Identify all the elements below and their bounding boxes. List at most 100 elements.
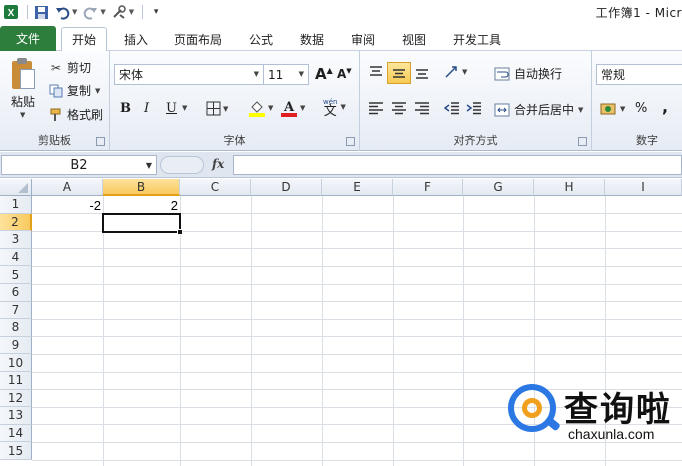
shrink-font-button[interactable]: A ▼ <box>337 67 352 81</box>
paste-button[interactable]: 粘贴 <box>11 93 35 110</box>
decrease-indent-button[interactable] <box>444 101 460 115</box>
column-header-b[interactable]: B <box>103 179 180 196</box>
cut-label: 剪切 <box>67 61 92 75</box>
borders-button[interactable]: ▼ <box>206 101 228 116</box>
row-header-11[interactable]: 11 <box>0 372 32 390</box>
font-color-button[interactable]: A ▼ <box>280 99 305 117</box>
fill-handle[interactable] <box>177 229 183 235</box>
clipboard-launcher-icon[interactable] <box>96 137 105 146</box>
excel-icon[interactable]: X <box>2 3 20 21</box>
alignment-launcher-icon[interactable] <box>578 137 587 146</box>
column-header-f[interactable]: F <box>393 179 463 196</box>
tab-review[interactable]: 审阅 <box>344 27 382 51</box>
tab-insert[interactable]: 插入 <box>117 27 155 51</box>
cell-a1[interactable]: -2 <box>32 198 101 213</box>
name-box[interactable]: B2 ▼ <box>1 155 157 175</box>
active-cell-b2[interactable] <box>102 213 181 233</box>
row-header-4[interactable]: 4 <box>0 248 32 267</box>
merge-center-button[interactable]: 合并后居中 ▼ <box>494 101 583 118</box>
formula-input[interactable] <box>233 155 682 175</box>
row-header-5[interactable]: 5 <box>0 266 32 284</box>
percent-button[interactable]: % <box>635 101 647 116</box>
name-box-dropdown-icon[interactable]: ▼ <box>146 161 152 170</box>
font-size-combo[interactable]: 11 ▼ <box>263 64 309 85</box>
column-header-h[interactable]: H <box>534 179 605 196</box>
copy-dropdown-icon[interactable]: ▼ <box>95 87 100 95</box>
tab-page-layout[interactable]: 页面布局 <box>168 27 228 51</box>
tab-home[interactable]: 开始 <box>61 27 107 52</box>
paste-dropdown-icon[interactable]: ▼ <box>20 111 25 119</box>
orientation-dropdown-icon[interactable]: ▼ <box>462 68 467 76</box>
underline-button[interactable]: U <box>166 101 177 116</box>
cut-button[interactable]: ✂ 剪切 <box>48 59 91 76</box>
phonetic-dropdown-icon[interactable]: ▼ <box>340 103 345 111</box>
accounting-dropdown-icon[interactable]: ▼ <box>620 105 625 113</box>
tab-developer[interactable]: 开发工具 <box>447 27 507 51</box>
fill-color-button[interactable]: ▼ <box>248 99 273 117</box>
column-header-e[interactable]: E <box>322 179 393 196</box>
font-size-dropdown-icon[interactable]: ▼ <box>299 70 304 78</box>
borders-dropdown-icon[interactable]: ▼ <box>223 105 228 113</box>
redo-dropdown-icon[interactable]: ▼ <box>100 8 105 16</box>
row-header-9[interactable]: 9 <box>0 336 32 355</box>
bold-button[interactable]: B <box>120 101 131 116</box>
font-name-combo[interactable]: 宋体 ▼ <box>114 64 264 85</box>
row-header-8[interactable]: 8 <box>0 319 32 337</box>
number-format-combo[interactable]: 常规 <box>596 64 682 85</box>
column-header-c[interactable]: C <box>180 179 251 196</box>
number-group-label: 数字 <box>636 134 658 147</box>
italic-button[interactable]: I <box>144 101 149 116</box>
tab-formulas[interactable]: 公式 <box>242 27 280 51</box>
formula-bar-splitter[interactable] <box>160 156 204 174</box>
tools-dropdown-icon[interactable]: ▼ <box>129 8 134 16</box>
copy-button[interactable]: 复制 ▼ <box>48 82 100 99</box>
column-header-i[interactable]: I <box>605 179 682 196</box>
row-header-12[interactable]: 12 <box>0 389 32 408</box>
increase-indent-button[interactable] <box>466 101 482 115</box>
save-icon[interactable] <box>32 3 50 21</box>
row-header-15[interactable]: 15 <box>0 442 32 460</box>
grow-font-button[interactable]: A ▲ <box>315 65 333 83</box>
row-header-14[interactable]: 14 <box>0 424 32 443</box>
tab-view[interactable]: 视图 <box>395 27 433 51</box>
align-right-button[interactable] <box>414 101 430 115</box>
align-left-button[interactable] <box>368 101 384 115</box>
redo-icon[interactable] <box>81 3 99 21</box>
fill-color-dropdown-icon[interactable]: ▼ <box>268 104 273 112</box>
tools-icon[interactable] <box>110 3 128 21</box>
row-header-10[interactable]: 10 <box>0 354 32 372</box>
column-header-g[interactable]: G <box>463 179 534 196</box>
font-name-dropdown-icon[interactable]: ▼ <box>254 70 259 78</box>
row-header-2[interactable]: 2 <box>0 213 32 232</box>
orientation-button[interactable]: ▼ <box>444 65 467 79</box>
align-top-button[interactable] <box>368 65 384 79</box>
column-header-a[interactable]: A <box>32 179 103 196</box>
merge-dropdown-icon[interactable]: ▼ <box>578 106 583 114</box>
accounting-format-button[interactable]: ▼ <box>600 101 625 117</box>
align-center-button[interactable] <box>391 101 407 115</box>
tab-data[interactable]: 数据 <box>293 27 331 51</box>
row-header-6[interactable]: 6 <box>0 284 32 302</box>
underline-dropdown-icon[interactable]: ▼ <box>182 104 187 112</box>
row-header-13[interactable]: 13 <box>0 407 32 425</box>
phonetic-button[interactable]: wén 文 ▼ <box>323 98 346 118</box>
align-bottom-button[interactable] <box>414 65 430 79</box>
font-color-dropdown-icon[interactable]: ▼ <box>300 104 305 112</box>
row-header-7[interactable]: 7 <box>0 301 32 320</box>
wrap-text-button[interactable]: 自动换行 <box>494 65 562 82</box>
paste-icon[interactable] <box>10 57 38 91</box>
customize-icon[interactable]: ▾ <box>147 3 165 21</box>
select-all-corner[interactable] <box>0 179 32 196</box>
row-header-1[interactable]: 1 <box>0 196 32 214</box>
insert-function-icon[interactable]: fx <box>212 157 224 171</box>
align-middle-button[interactable] <box>387 62 411 84</box>
undo-dropdown-icon[interactable]: ▼ <box>72 8 77 16</box>
comma-button[interactable]: , <box>662 97 668 116</box>
undo-icon[interactable] <box>53 3 71 21</box>
column-header-d[interactable]: D <box>251 179 322 196</box>
font-launcher-icon[interactable] <box>346 137 355 146</box>
format-painter-button[interactable]: 格式刷 <box>48 106 103 123</box>
cell-b1[interactable]: 2 <box>103 198 178 213</box>
tab-file[interactable]: 文件 <box>0 26 56 51</box>
row-header-3[interactable]: 3 <box>0 231 32 249</box>
